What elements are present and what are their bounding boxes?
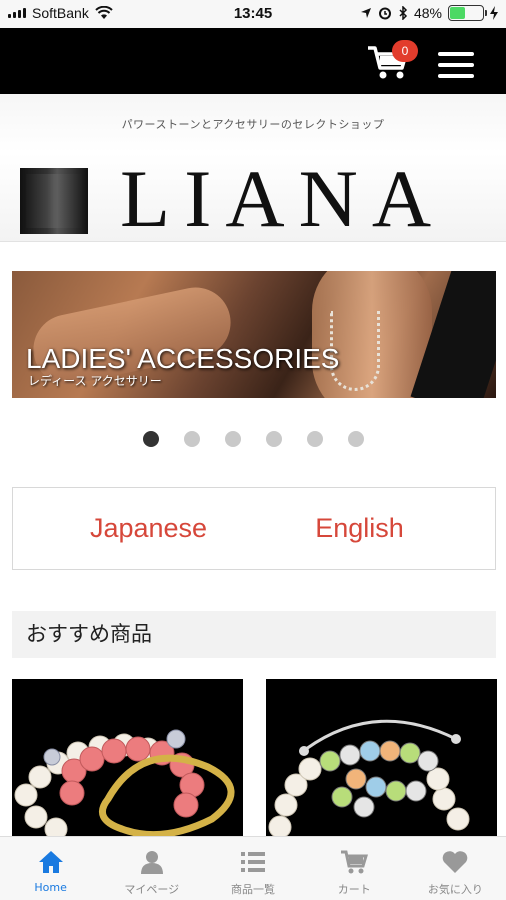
tab-product-list[interactable]: 商品一覧	[202, 837, 303, 900]
recommended-section-title: おすすめ商品	[12, 611, 496, 658]
hero-subtitle: レディース アクセサリー	[28, 374, 162, 388]
product-image	[268, 719, 470, 839]
bluetooth-icon	[399, 6, 408, 20]
tab-label: カート	[337, 883, 371, 896]
tab-label: Home	[34, 881, 67, 894]
tab-home[interactable]: Home	[0, 837, 101, 900]
japanese-language-button[interactable]: Japanese	[13, 513, 254, 544]
slider-dot[interactable]	[347, 431, 364, 447]
hamburger-menu-icon[interactable]	[438, 52, 474, 78]
logo-mark	[20, 168, 88, 234]
slider-dot[interactable]	[142, 431, 159, 447]
english-language-button[interactable]: English	[254, 513, 495, 544]
battery-percent: 48%	[413, 5, 442, 21]
tab-cart[interactable]: カート	[304, 837, 405, 900]
tab-mypage[interactable]: マイページ	[101, 837, 202, 900]
heart-icon	[443, 851, 468, 873]
language-selector: Japanese English	[12, 487, 496, 570]
charging-icon	[490, 6, 498, 20]
user-icon	[140, 851, 163, 874]
product-card[interactable]	[266, 679, 497, 839]
slider-dot[interactable]	[224, 431, 241, 447]
slider-dots	[0, 431, 506, 447]
hero-slide[interactable]: LADIES' ACCESSORIES レディース アクセサリー	[12, 271, 496, 398]
home-icon	[38, 851, 63, 873]
tab-label: マイページ	[124, 883, 180, 896]
cart-icon	[341, 850, 369, 874]
slider-dot[interactable]	[265, 431, 282, 447]
shop-tagline: パワーストーンとアクセサリーのセレクトショップ	[121, 118, 385, 131]
logo-text: LIANA	[120, 153, 446, 244]
battery-level	[450, 7, 466, 19]
slider-dot[interactable]	[183, 431, 200, 447]
app-header	[0, 28, 506, 94]
status-right: 48%	[360, 5, 498, 21]
product-image	[14, 729, 235, 839]
slider-dot[interactable]	[306, 431, 323, 447]
list-icon	[241, 852, 265, 872]
tab-favorites[interactable]: お気に入り	[405, 837, 506, 900]
alarm-icon	[378, 7, 391, 20]
status-bar: SoftBank 13:45 48%	[0, 0, 506, 28]
location-icon	[360, 8, 371, 18]
bottom-tab-bar: Home マイページ 商品一覧 カート お気に入り	[0, 836, 506, 900]
battery-icon	[448, 5, 487, 21]
cart-count-badge: 0	[392, 40, 418, 62]
brand-banner: パワーストーンとアクセサリーのセレクトショップ LIANA	[0, 94, 506, 242]
product-card[interactable]	[12, 679, 243, 839]
tab-label: 商品一覧	[231, 883, 275, 896]
tab-label: お気に入り	[427, 883, 483, 896]
hero-title: LADIES' ACCESSORIES	[26, 343, 340, 374]
